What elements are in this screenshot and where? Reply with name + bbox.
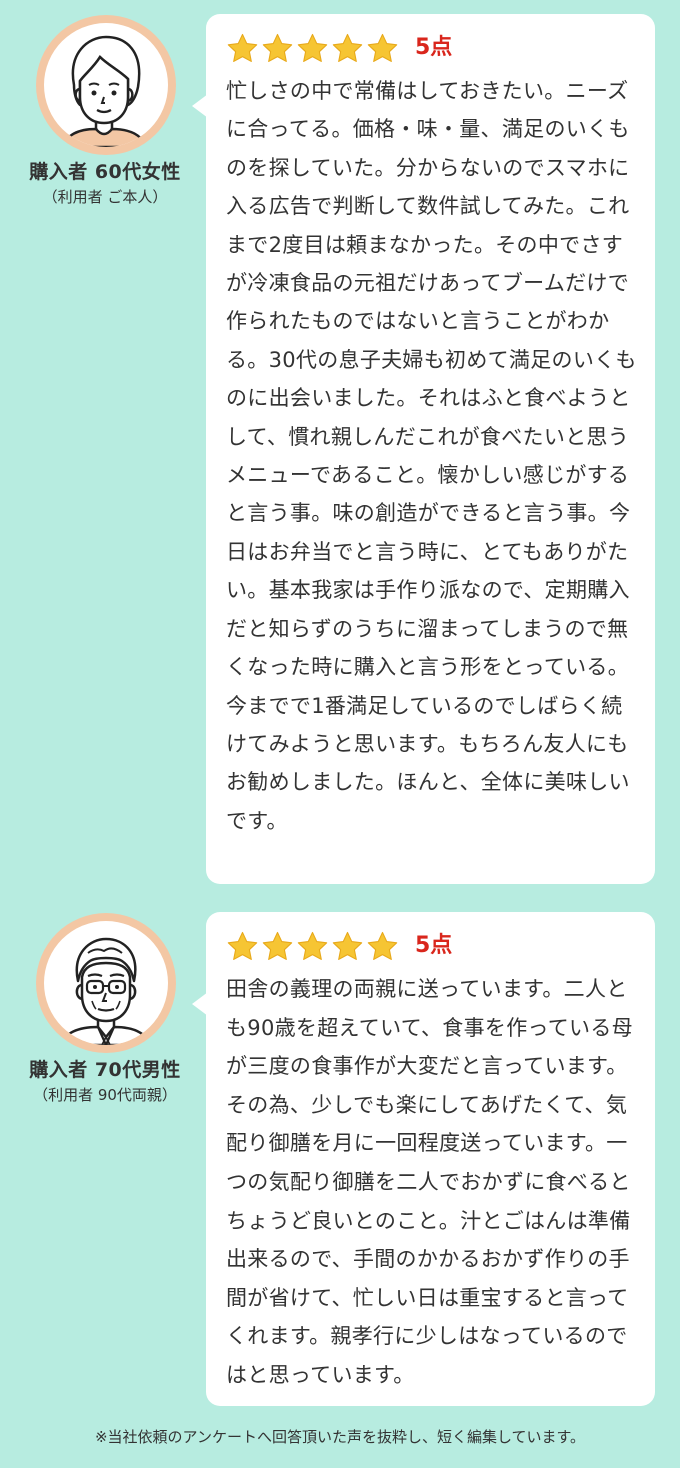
review-item: 購入者 70代男性 （利用者 90代両親） 5点 田舎の義理の両親に送っています… <box>0 910 680 1410</box>
persona-title: 購入者 60代女性 <box>29 161 181 183</box>
avatar <box>36 15 176 155</box>
footnote: ※当社依頼のアンケートへ回答頂いた声を抜粋し、短く編集しています。 <box>94 1428 586 1446</box>
review-text: 忙しさの中で常備はしておきたい。ニーズに合ってる。価格・味・量、満足のいくものを… <box>226 79 637 833</box>
star-icon <box>331 930 364 963</box>
review-card: 5点 田舎の義理の両親に送っています。二人とも90歳を超えていて、食事を作ってい… <box>192 912 655 1406</box>
reviewer-persona: 購入者 70代男性 （利用者 90代両親） <box>0 1057 210 1105</box>
star-icon <box>366 930 399 963</box>
persona-title: 購入者 70代男性 <box>29 1059 181 1081</box>
rating-label: 5点 <box>415 35 453 60</box>
rating-row: 5点 <box>226 926 639 966</box>
star-icon <box>296 930 329 963</box>
review-item: 購入者 60代女性 （利用者 ご本人） 5点 忙しさの中で常備はしておきたい。ニ… <box>0 12 680 887</box>
avatar <box>36 913 176 1053</box>
star-rating <box>226 930 399 963</box>
rating-row: 5点 <box>226 28 639 68</box>
star-icon <box>331 32 364 65</box>
review-text: 田舎の義理の両親に送っています。二人とも90歳を超えていて、食事を作っている母が… <box>226 977 633 1387</box>
persona-subtitle: （利用者 90代両親） <box>33 1086 177 1104</box>
persona-subtitle: （利用者 ご本人） <box>42 188 168 206</box>
reviewer-persona: 購入者 60代女性 （利用者 ご本人） <box>0 159 210 207</box>
elderly-man-avatar-icon <box>44 921 168 1045</box>
elderly-woman-avatar-icon <box>44 23 168 147</box>
star-icon <box>261 930 294 963</box>
star-icon <box>366 32 399 65</box>
star-icon <box>226 930 259 963</box>
star-icon <box>296 32 329 65</box>
star-icon <box>226 32 259 65</box>
review-card: 5点 忙しさの中で常備はしておきたい。ニーズに合ってる。価格・味・量、満足のいく… <box>192 14 655 884</box>
star-icon <box>261 32 294 65</box>
star-rating <box>226 32 399 65</box>
rating-label: 5点 <box>415 933 453 958</box>
